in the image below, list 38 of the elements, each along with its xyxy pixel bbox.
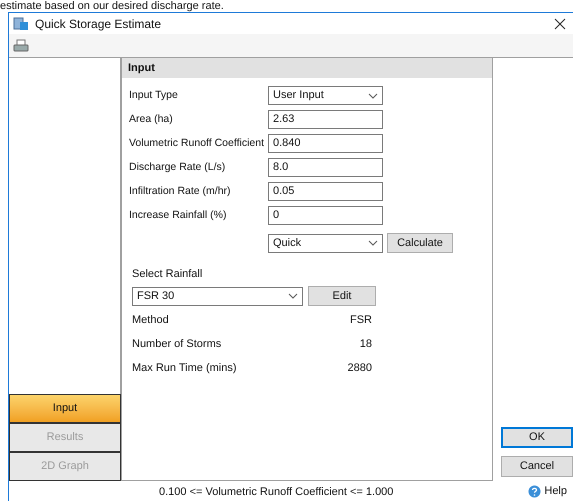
dialog-button[interactable]: Cancel [501,456,573,477]
calculate-button[interactable]: Calculate [387,233,453,253]
field-label: Discharge Rate (L/s) [129,160,226,175]
input-field[interactable]: 8.0 [268,158,383,177]
app-icon [13,16,29,30]
input-field[interactable]: 0.05 [268,182,383,201]
info-value: 18 [360,336,372,352]
section-label: Select Rainfall [132,267,204,282]
input-field[interactable]: 0.840 [268,134,383,153]
chevron-down-icon [368,240,378,246]
edit-button[interactable]: Edit [308,286,376,306]
info-value: 2880 [348,360,372,376]
dropdown[interactable]: Quick [268,234,383,252]
chevron-down-icon [288,293,298,299]
info-label: Method [132,312,169,328]
dropdown[interactable]: User Input [268,86,383,105]
field-label: Input Type [129,88,179,103]
field-label: Area (ha) [129,112,174,127]
panel-header: Input [122,58,492,78]
printer-icon[interactable] [13,38,29,52]
close-button[interactable] [553,16,567,30]
status-message: 0.100 <= Volumetric Runoff Coefficient <= 1.000 [159,485,394,500]
field-label: Infiltration Rate (m/hr) [129,184,232,199]
field-label: Volumetric Runoff Coefficient [129,136,266,151]
input-field[interactable]: 2.63 [268,110,383,129]
nav-tab[interactable]: Input [9,394,121,423]
dropdown[interactable]: FSR 30 [132,286,303,306]
info-value: FSR [350,312,372,328]
caption-text: estimate based on our desired discharge rate. [0,0,224,12]
help-icon [528,484,542,498]
input-field[interactable]: 0 [268,206,383,225]
info-label: Number of Storms [132,336,222,352]
dialog-button[interactable]: OK [501,427,573,448]
window-title: Quick Storage Estimate [35,16,162,32]
field-label: Increase Rainfall (%) [129,208,228,223]
chevron-down-icon [368,92,378,98]
help-button[interactable]: Help [528,482,567,500]
info-label: Max Run Time (mins) [132,360,237,376]
